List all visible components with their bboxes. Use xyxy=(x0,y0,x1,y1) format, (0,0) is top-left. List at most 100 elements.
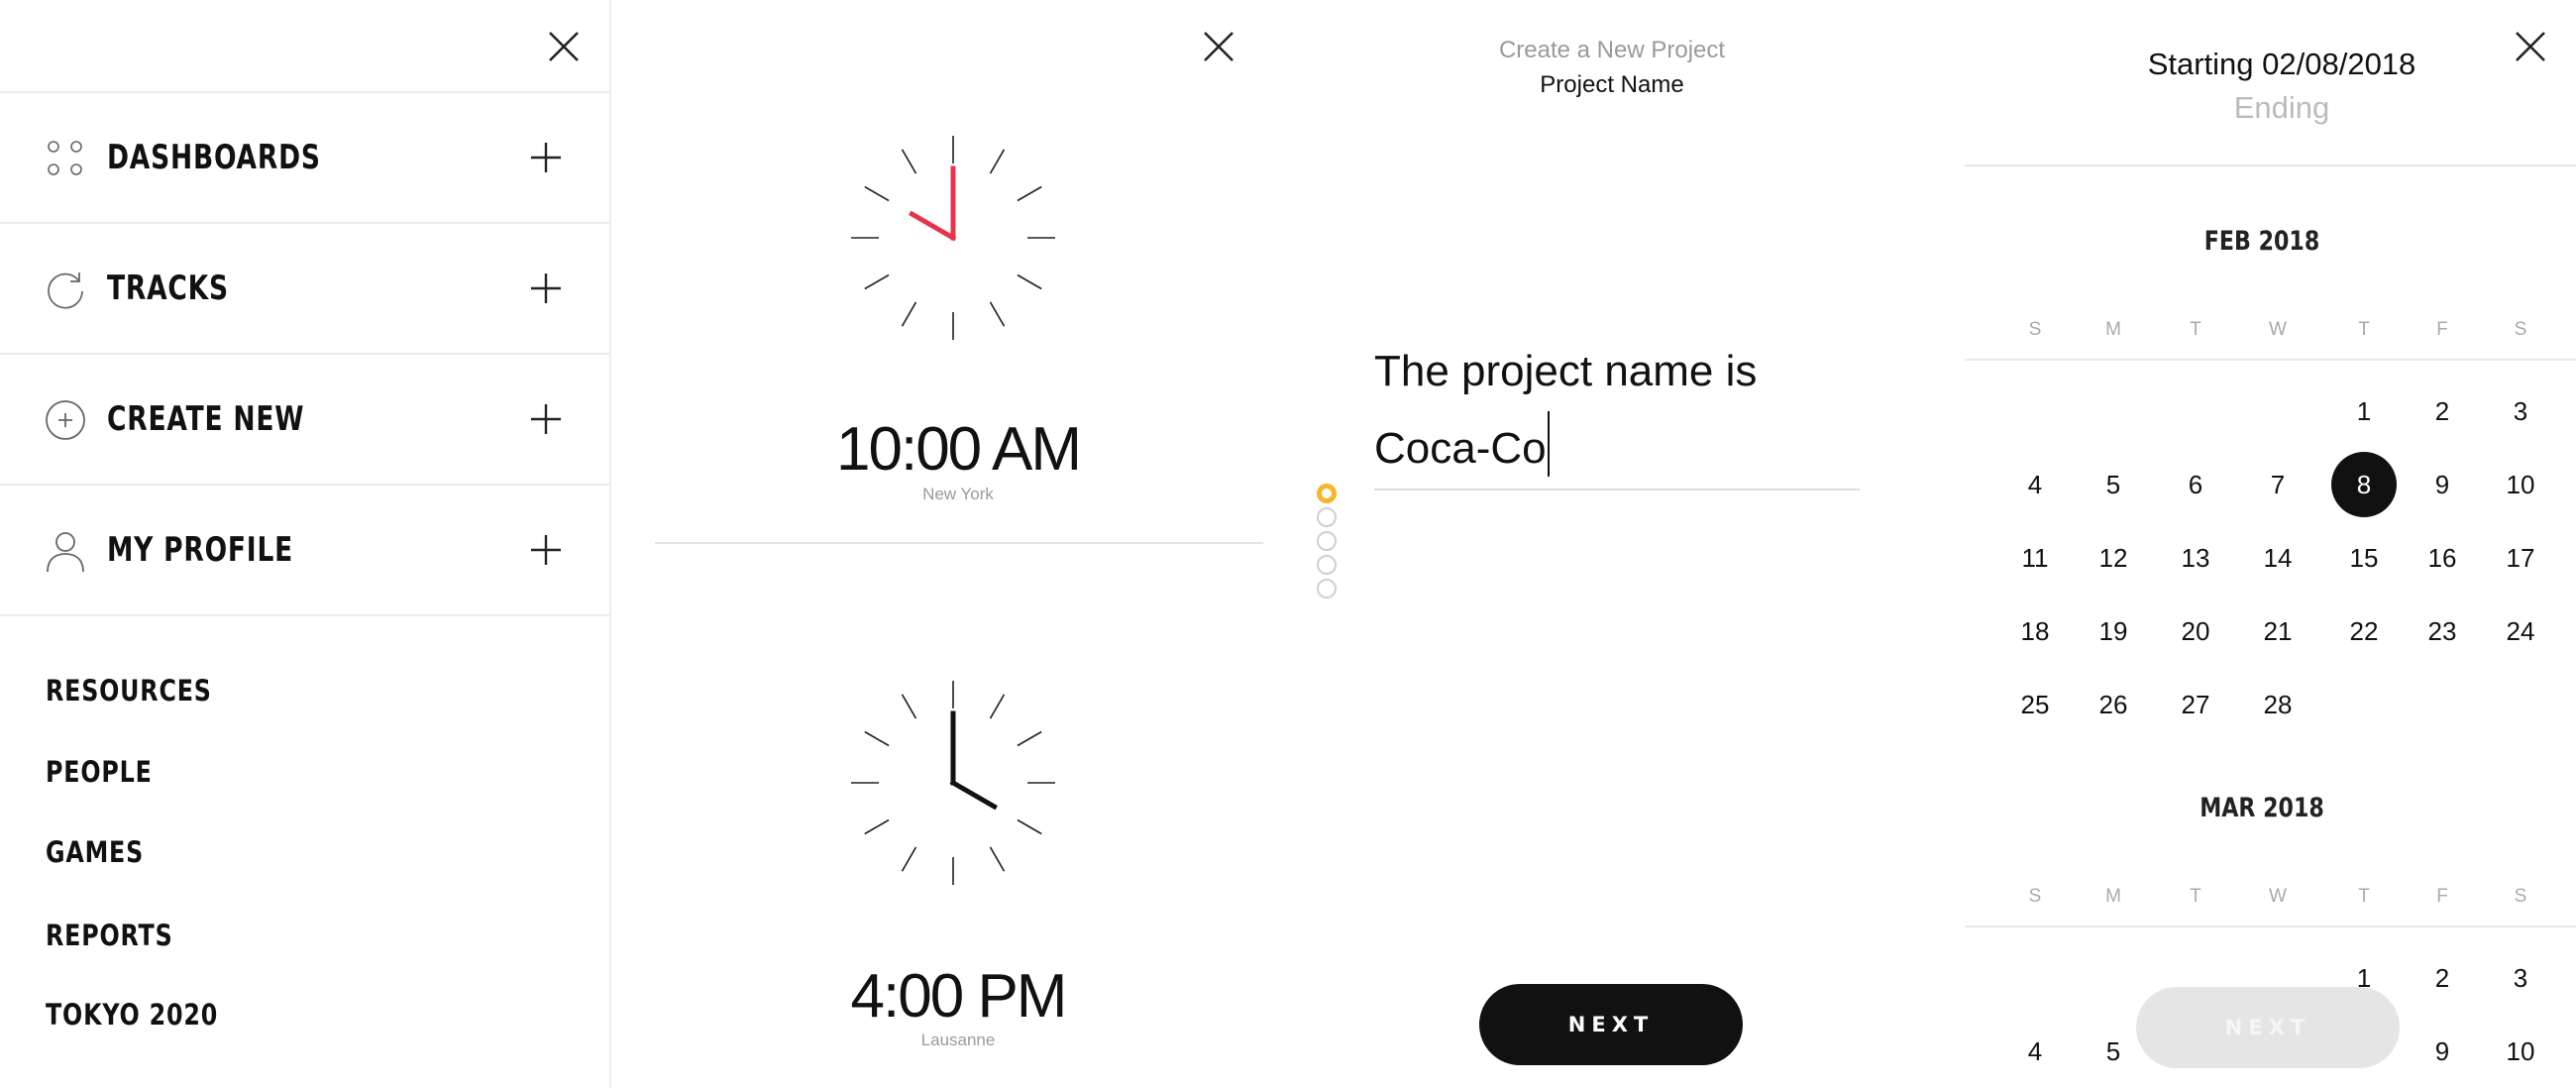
project-name-value: Coca-Co xyxy=(1374,424,1547,473)
step-indicator-dot xyxy=(1317,507,1337,527)
weekday-label: M xyxy=(2105,319,2121,340)
weekday-label: T xyxy=(2190,886,2201,907)
clock-tick xyxy=(864,730,890,747)
clock-tick xyxy=(1017,273,1042,290)
calendar-day[interactable]: 4 xyxy=(2002,1019,2068,1084)
clock-face xyxy=(851,681,1055,885)
menu-link-reports[interactable]: REPORTS xyxy=(46,919,173,952)
user-icon xyxy=(44,529,87,573)
text-caret xyxy=(1547,411,1550,477)
menu-link-resources[interactable]: RESOURCES xyxy=(46,674,212,707)
time-zone-panel: 10:00 AM New York 4:00 PM Lausanne xyxy=(611,0,1265,1088)
menu-item-dashboards[interactable]: DASHBOARDS xyxy=(0,93,609,224)
calendar-day[interactable]: 26 xyxy=(2081,672,2146,737)
calendar-day[interactable]: 2 xyxy=(2410,945,2475,1011)
create-project-subtitle: Create a New Project xyxy=(1498,37,1726,63)
calendar-day[interactable]: 11 xyxy=(2002,525,2068,591)
step-indicator-dot xyxy=(1317,555,1337,575)
calendar-day[interactable]: 24 xyxy=(2488,598,2553,664)
menu-item-tracks[interactable]: TRACKS xyxy=(0,224,609,355)
month-heading: MAR 2018 xyxy=(2200,793,2324,823)
calendar-day[interactable]: 19 xyxy=(2081,598,2146,664)
calendar-day[interactable]: 2 xyxy=(2410,379,2475,444)
menu-link-games[interactable]: GAMES xyxy=(46,835,144,869)
clock-city: New York xyxy=(922,485,994,503)
calendar-day[interactable]: 23 xyxy=(2410,598,2475,664)
calendar-day[interactable]: 3 xyxy=(2488,945,2553,1011)
weekday-label: F xyxy=(2436,886,2448,907)
close-icon[interactable] xyxy=(544,27,584,66)
calendar-day[interactable]: 10 xyxy=(2488,1019,2553,1084)
weekday-label: S xyxy=(2028,886,2042,907)
refresh-circle-icon xyxy=(44,268,87,311)
calendar-day[interactable]: 22 xyxy=(2331,598,2397,664)
clock-tick xyxy=(901,694,917,719)
calendar-day[interactable]: 18 xyxy=(2002,598,2068,664)
end-date-label[interactable]: Ending xyxy=(1965,90,2576,126)
menu-header xyxy=(0,0,609,93)
calendar-day[interactable]: 7 xyxy=(2245,452,2310,517)
weekday-label: F xyxy=(2436,319,2448,340)
menu-item-label: CREATE NEW xyxy=(107,399,305,439)
plus-icon[interactable] xyxy=(528,140,564,175)
calendar-day[interactable]: 1 xyxy=(2331,379,2397,444)
clock-tick xyxy=(901,846,917,872)
navigation-menu-panel: DASHBOARDS TRACKS CREATE NEW MY PROFILE … xyxy=(0,0,611,1088)
calendar-day[interactable]: 25 xyxy=(2002,672,2068,737)
clock-tick xyxy=(864,273,890,290)
menu-item-label: MY PROFILE xyxy=(107,530,294,570)
calendar-day[interactable]: 8 xyxy=(2331,452,2397,517)
calendar-day[interactable]: 3 xyxy=(2488,379,2553,444)
project-prompt: The project name is xyxy=(1374,347,1758,395)
input-underline xyxy=(1374,489,1860,490)
project-name-heading: Project Name xyxy=(1540,71,1684,98)
calendar-day[interactable]: 14 xyxy=(2245,525,2310,591)
calendar-day[interactable]: 9 xyxy=(2410,452,2475,517)
clock-city: Lausanne xyxy=(920,1031,996,1049)
plus-icon[interactable] xyxy=(528,532,564,568)
calendar-day[interactable]: 4 xyxy=(2002,452,2068,517)
next-button-disabled[interactable]: NEXT xyxy=(2136,987,2400,1068)
create-project-panel: Create a New Project Project Name The pr… xyxy=(1265,0,1965,1088)
plus-icon[interactable] xyxy=(528,401,564,437)
close-icon[interactable] xyxy=(1199,27,1238,66)
clock-time: 10:00 AM xyxy=(836,415,1082,484)
clock-tick xyxy=(1017,818,1042,835)
weekday-label: W xyxy=(2269,319,2287,340)
calendar-day[interactable]: 9 xyxy=(2410,1019,2475,1084)
close-icon[interactable] xyxy=(2511,27,2550,66)
clock-tick xyxy=(989,301,1006,327)
date-picker-panel: Starting 02/08/2018 Ending FEB 2018 S M T W T… xyxy=(1965,0,2576,1088)
menu-link-tokyo-2020[interactable]: TOKYO 2020 xyxy=(46,998,218,1032)
clock-time: 4:00 PM xyxy=(850,962,1068,1031)
menu-link-people[interactable]: PEOPLE xyxy=(46,755,153,789)
divider xyxy=(1965,925,2576,927)
clock-tick xyxy=(1017,730,1042,747)
calendar-day[interactable]: 27 xyxy=(2163,672,2228,737)
calendar-day[interactable]: 17 xyxy=(2488,525,2553,591)
menu-item-label: TRACKS xyxy=(107,269,229,308)
weekday-label: T xyxy=(2190,319,2201,340)
menu-item-my-profile[interactable]: MY PROFILE xyxy=(0,486,609,616)
calendar-day[interactable]: 5 xyxy=(2081,452,2146,517)
clock-tick xyxy=(989,149,1006,174)
calendar-day[interactable]: 6 xyxy=(2163,452,2228,517)
plus-icon[interactable] xyxy=(528,271,564,306)
calendar-day[interactable]: 15 xyxy=(2331,525,2397,591)
clock-tick xyxy=(864,185,890,202)
calendar-day[interactable]: 12 xyxy=(2081,525,2146,591)
calendar-day[interactable]: 28 xyxy=(2245,672,2310,737)
calendar-day[interactable]: 20 xyxy=(2163,598,2228,664)
project-name-input[interactable]: Coca-Co xyxy=(1374,411,1550,477)
clock-tick xyxy=(864,818,890,835)
calendar-day[interactable]: 21 xyxy=(2245,598,2310,664)
weekday-label: S xyxy=(2514,319,2527,340)
calendar-day[interactable]: 16 xyxy=(2410,525,2475,591)
clock-hour-hand xyxy=(909,210,957,242)
weekday-label: M xyxy=(2105,886,2121,907)
calendar-day[interactable]: 13 xyxy=(2163,525,2228,591)
calendar-day[interactable]: 10 xyxy=(2488,452,2553,517)
next-button[interactable]: NEXT xyxy=(1479,984,1743,1065)
menu-item-create-new[interactable]: CREATE NEW xyxy=(0,355,609,486)
clock-tick xyxy=(1017,185,1042,202)
